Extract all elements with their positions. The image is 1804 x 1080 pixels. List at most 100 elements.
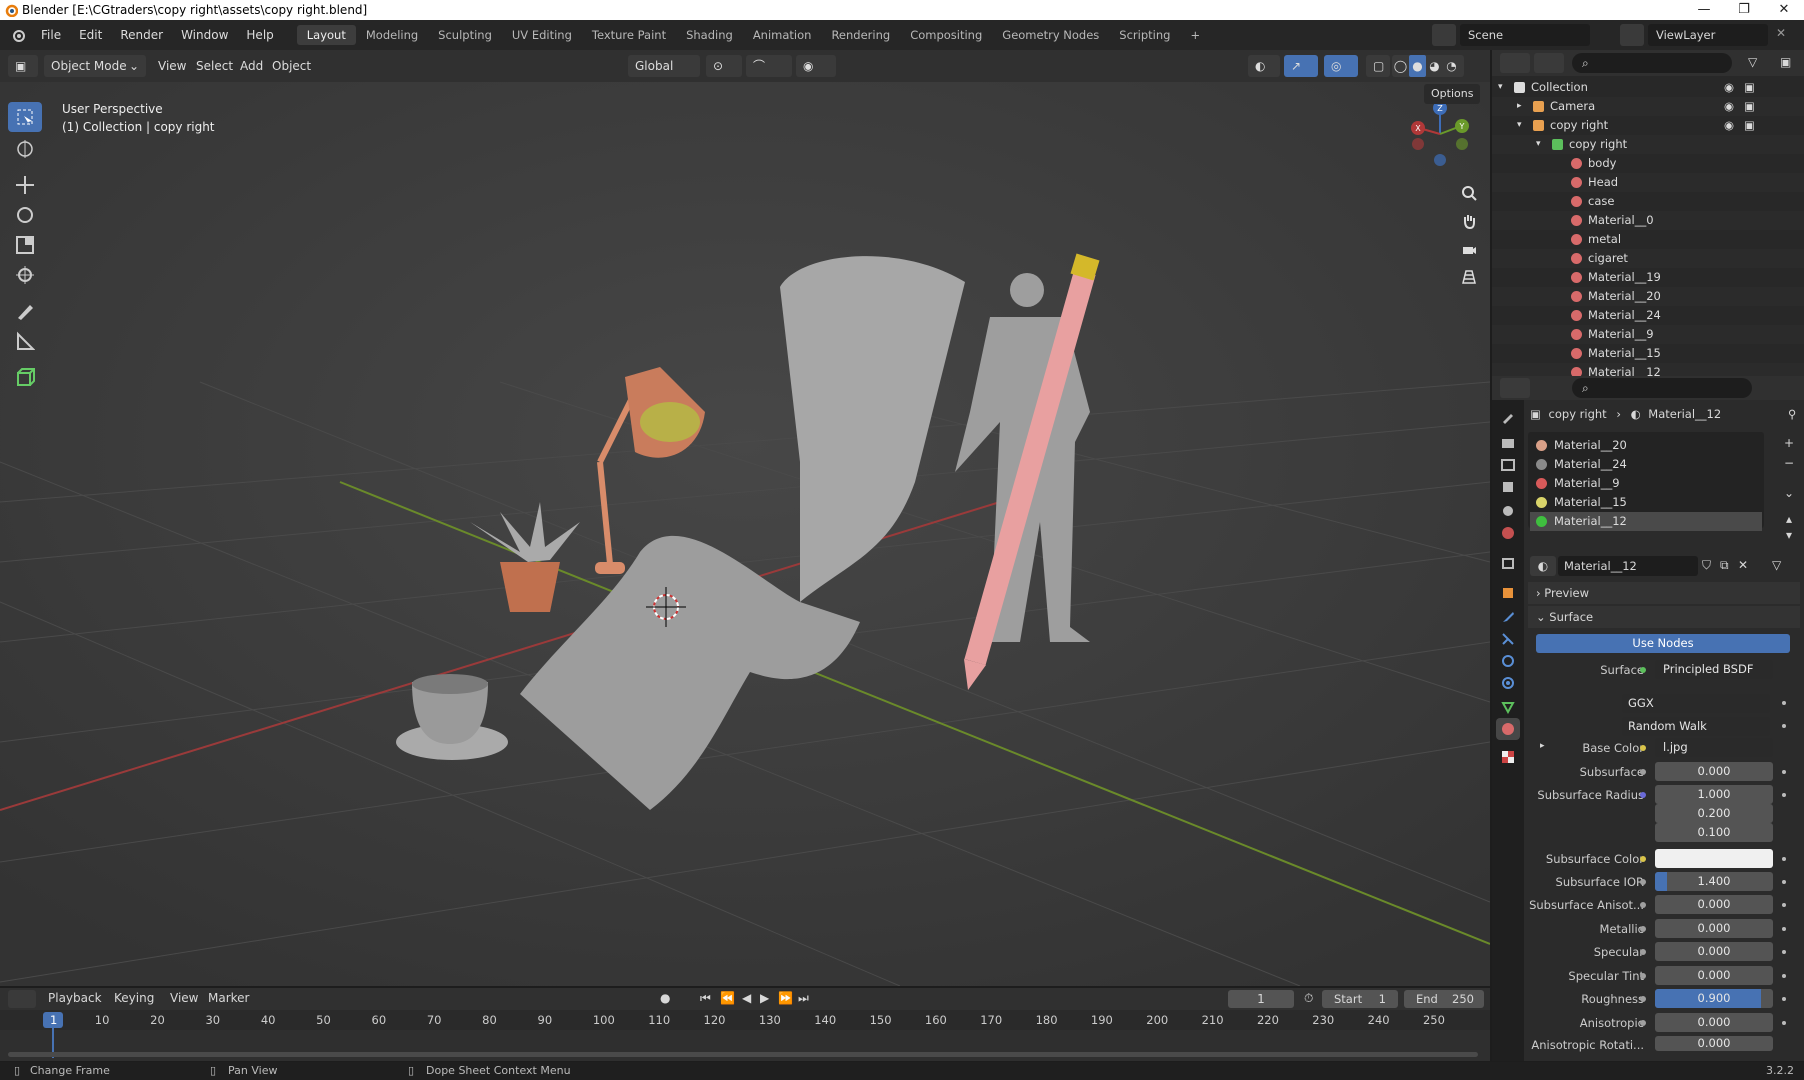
add-slot-icon[interactable]: + <box>1780 436 1798 454</box>
menu-keying[interactable]: Keying <box>114 991 154 1005</box>
outliner-row[interactable]: case <box>1492 192 1804 211</box>
radius-x-field[interactable]: 1.000 <box>1655 785 1773 804</box>
render-toggle-icon[interactable]: ▣ <box>1744 116 1755 135</box>
select-box-tool-icon[interactable] <box>8 102 42 132</box>
minimize-button[interactable]: — <box>1684 0 1724 20</box>
output-tab-icon[interactable] <box>1496 454 1520 476</box>
material-name-field[interactable]: Material__12 <box>1558 556 1698 576</box>
tab-geometry-nodes[interactable]: Geometry Nodes <box>992 25 1109 45</box>
properties-editor-type-icon[interactable] <box>1500 378 1530 398</box>
object-tab-icon[interactable] <box>1496 582 1520 604</box>
xray-toggle-icon[interactable]: ▢ <box>1366 55 1390 77</box>
tab-compositing[interactable]: Compositing <box>900 25 992 45</box>
render-toggle-icon[interactable]: ▣ <box>1744 78 1755 97</box>
base-color-field[interactable]: l.jpg <box>1655 738 1773 757</box>
keyframe-dot[interactable] <box>1782 770 1786 774</box>
material-slot[interactable]: Material__20 <box>1530 436 1762 455</box>
subsurface-aniso-field[interactable]: 0.000 <box>1655 895 1773 914</box>
tab-rendering[interactable]: Rendering <box>821 25 900 45</box>
start-frame-field[interactable]: Start 1 <box>1322 990 1398 1008</box>
jump-end-icon[interactable]: ⏭ <box>798 991 809 1006</box>
pin-icon[interactable]: ⚲ <box>1788 404 1796 424</box>
current-frame-field[interactable]: 1 <box>1228 990 1294 1008</box>
tab-layout[interactable]: Layout <box>296 25 356 45</box>
preview-section-header[interactable]: › Preview <box>1528 582 1800 604</box>
perspective-toggle-icon[interactable] <box>1456 264 1482 290</box>
keyframe-dot[interactable] <box>1782 903 1786 907</box>
render-tab-icon[interactable] <box>1496 432 1520 454</box>
menu-edit[interactable]: Edit <box>70 28 111 42</box>
outliner-row[interactable]: Material__24 <box>1492 306 1804 325</box>
remove-view-layer-icon[interactable]: ✕ <box>1776 26 1786 40</box>
expand-down-icon[interactable]: ▾ <box>1517 116 1522 135</box>
visibility-eye-icon[interactable]: ◉ <box>1724 97 1734 116</box>
specular-tint-field[interactable]: 0.000 <box>1655 966 1773 985</box>
subsurface-ior-slider[interactable]: 1.400 <box>1655 872 1773 891</box>
pivot-point-icon[interactable]: ⊙ <box>706 55 742 77</box>
keyframe-dot[interactable] <box>1782 857 1786 861</box>
visibility-eye-icon[interactable]: ◉ <box>1724 116 1734 135</box>
menu-help[interactable]: Help <box>237 28 282 42</box>
metallic-field[interactable]: 0.000 <box>1655 919 1773 938</box>
outliner-row[interactable]: Head <box>1492 173 1804 192</box>
outliner-search-icon[interactable]: ⌕ <box>1572 53 1732 73</box>
add-cube-tool-icon[interactable] <box>8 362 42 392</box>
outliner-row[interactable]: ▸ Camera ◉ ▣ <box>1492 97 1804 116</box>
camera-view-icon[interactable] <box>1456 236 1482 262</box>
outliner-row[interactable]: Material__19 <box>1492 268 1804 287</box>
material-tab-icon[interactable] <box>1496 718 1520 740</box>
play-reverse-icon[interactable]: ◀ <box>742 991 751 1005</box>
menu-select[interactable]: Select <box>196 55 233 77</box>
overlay-toggle-icon[interactable]: ◎ <box>1324 55 1358 77</box>
tab-sculpting[interactable]: Sculpting <box>428 25 502 45</box>
material-slot[interactable]: Material__9 <box>1530 474 1762 493</box>
keyframe-dot[interactable] <box>1782 701 1786 705</box>
keyframe-dot[interactable] <box>1782 927 1786 931</box>
visibility-eye-icon[interactable]: ◉ <box>1724 78 1734 97</box>
proportional-edit-icon[interactable]: ◉ <box>796 55 836 77</box>
keyframe-dot[interactable] <box>1782 974 1786 978</box>
annotate-tool-icon[interactable] <box>8 296 42 326</box>
navigation-gizmo[interactable]: Z Y X <box>1405 98 1475 170</box>
pan-hand-icon[interactable] <box>1456 208 1482 234</box>
tab-scripting[interactable]: Scripting <box>1109 25 1180 45</box>
tab-animation[interactable]: Animation <box>743 25 822 45</box>
duplicate-material-icon[interactable]: ⧉ <box>1720 558 1729 573</box>
properties-search-icon[interactable]: ⌕ <box>1572 378 1752 398</box>
material-slot[interactable]: Material__12 <box>1530 512 1762 531</box>
close-button[interactable]: ✕ <box>1764 0 1804 20</box>
collection-tab-icon[interactable] <box>1496 552 1520 574</box>
view-layer-field[interactable]: ViewLayer <box>1648 24 1768 46</box>
outliner-row[interactable]: metal <box>1492 230 1804 249</box>
menu-object[interactable]: Object <box>272 55 311 77</box>
wireframe-shading-icon[interactable]: ◯ <box>1392 55 1409 77</box>
unlink-material-icon[interactable]: ✕ <box>1738 558 1748 572</box>
zoom-icon[interactable] <box>1456 180 1482 206</box>
tab-modeling[interactable]: Modeling <box>356 25 428 45</box>
outliner-row[interactable]: body <box>1492 154 1804 173</box>
filter-icon[interactable]: ▽ <box>1748 55 1757 69</box>
keyframe-dot[interactable] <box>1782 793 1786 797</box>
prev-keyframe-icon[interactable]: ⏪ <box>720 991 735 1005</box>
menu-file[interactable]: File <box>32 28 70 42</box>
view-layer-icon[interactable] <box>1620 24 1644 46</box>
roughness-slider[interactable]: 0.900 <box>1655 989 1773 1008</box>
mode-dropdown[interactable]: Object Mode ⌄ <box>44 55 146 77</box>
anisotropic-field[interactable]: 0.000 <box>1655 1013 1773 1032</box>
editor-type-icon[interactable]: ▣ <box>8 55 38 77</box>
tab-shading[interactable]: Shading <box>676 25 743 45</box>
timeline-editor-type-icon[interactable] <box>8 990 36 1008</box>
transform-orientation-dropdown[interactable]: Global <box>628 55 700 77</box>
surface-section-header[interactable]: ⌄ Surface <box>1528 606 1800 628</box>
tab-texture-paint[interactable]: Texture Paint <box>582 25 676 45</box>
aniso-rotation-field[interactable]: 0.000 <box>1655 1036 1773 1051</box>
subsurface-field[interactable]: 0.000 <box>1655 762 1773 781</box>
radius-y-field[interactable]: 0.200 <box>1655 804 1773 823</box>
remove-slot-icon[interactable]: − <box>1780 456 1798 474</box>
subsurface-color-swatch[interactable] <box>1655 849 1773 868</box>
scene-selector-icon[interactable] <box>1432 24 1456 46</box>
outliner-row[interactable]: Material__0 <box>1492 211 1804 230</box>
snap-icon[interactable]: ⌒ <box>746 55 792 77</box>
radius-z-field[interactable]: 0.100 <box>1655 823 1773 842</box>
outliner-row[interactable]: Material__9 <box>1492 325 1804 344</box>
